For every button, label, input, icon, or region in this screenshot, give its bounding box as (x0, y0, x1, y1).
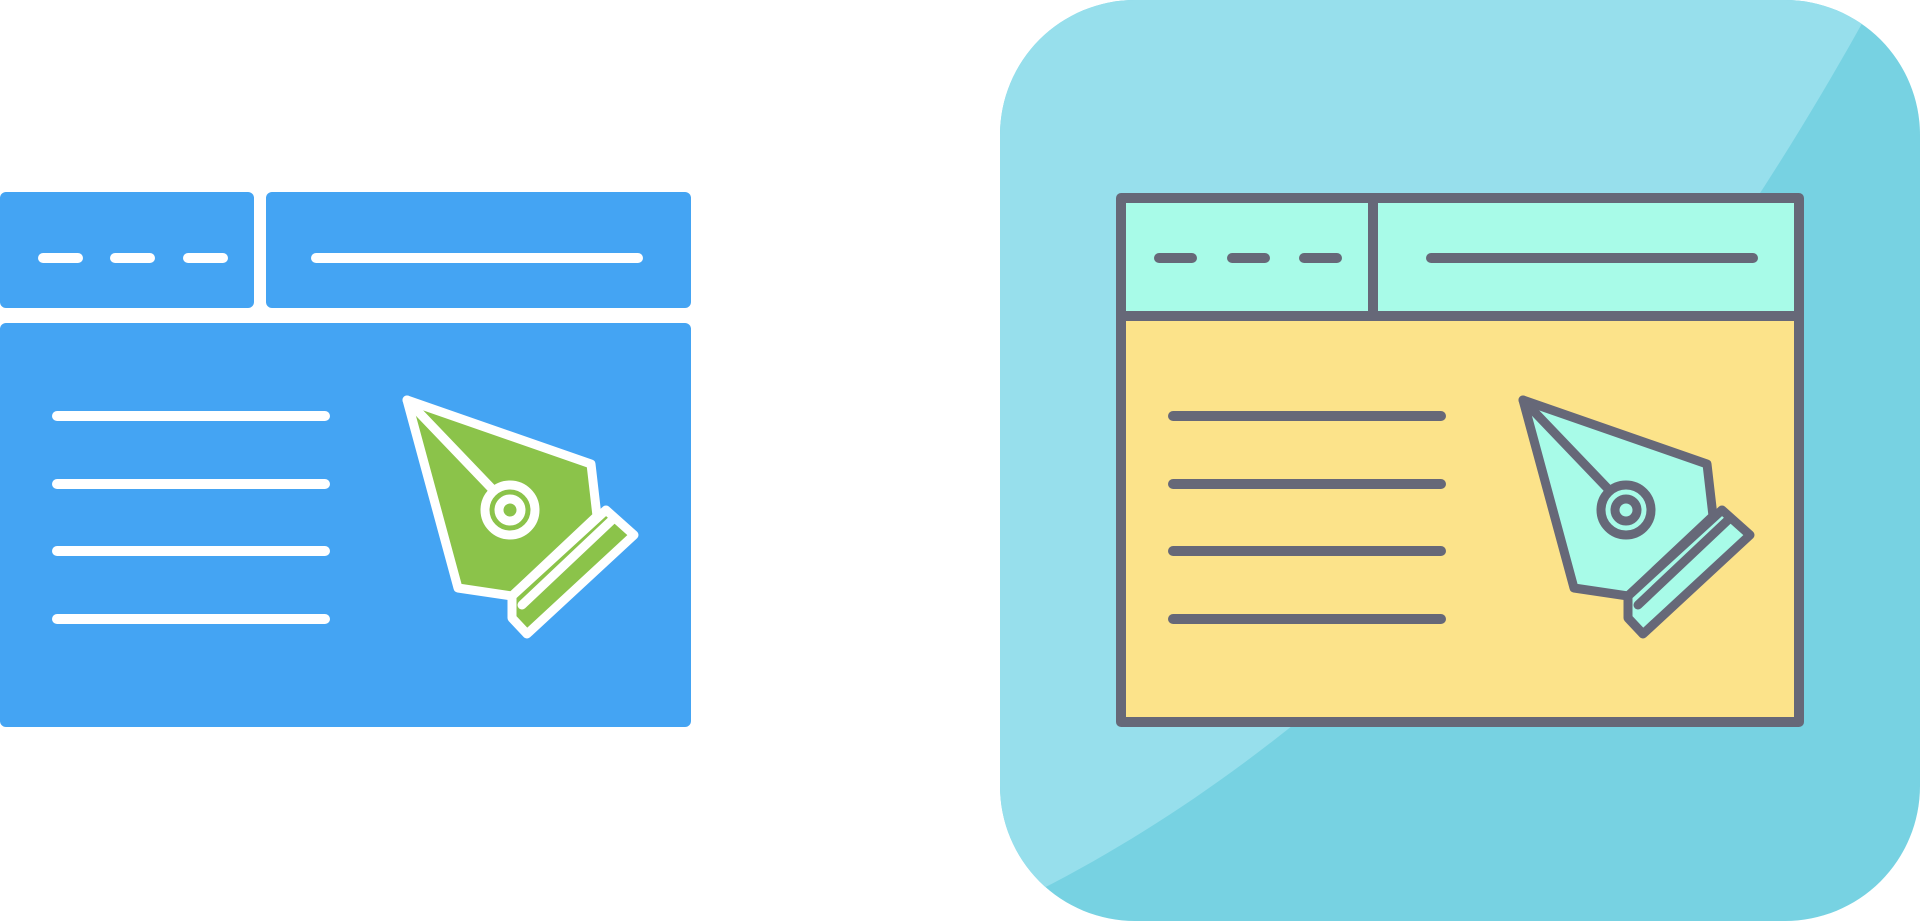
web-design-filled-outline-icon (1000, 0, 1920, 921)
icon-set-canvas (0, 0, 1920, 921)
